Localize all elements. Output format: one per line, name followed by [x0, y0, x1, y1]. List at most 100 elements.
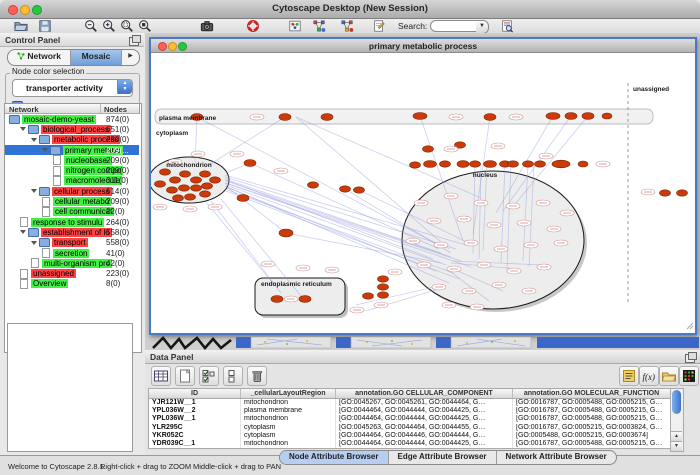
tab-node-attribute-browser[interactable]: Node Attribute Browser: [280, 451, 389, 464]
network-node[interactable]: [237, 195, 249, 202]
expand-arrow-icon[interactable]: [31, 138, 37, 142]
network-node[interactable]: [582, 113, 594, 120]
minimized-window-preview[interactable]: [153, 338, 231, 348]
unselect-attributes-button[interactable]: [223, 366, 243, 386]
network-node[interactable]: [470, 161, 481, 167]
tree-row[interactable]: macromolecule311(0): [5, 176, 139, 186]
minimized-window[interactable]: [236, 337, 331, 348]
minimized-window-titlebar[interactable]: [537, 337, 699, 348]
tree-row[interactable]: Overview8(0): [5, 279, 139, 289]
network-node[interactable]: [410, 162, 421, 168]
tree-row[interactable]: mosaic-demo-yeast874(0): [5, 114, 139, 124]
attribute-notes-button[interactable]: [619, 366, 639, 386]
zoom-in-button[interactable]: [102, 19, 116, 33]
tree-row[interactable]: multi-organism pro42(0): [5, 258, 139, 268]
network-node[interactable]: [279, 114, 291, 121]
birds-eye-view[interactable]: [7, 323, 133, 452]
network-node[interactable]: [210, 177, 221, 183]
expand-arrow-icon[interactable]: [20, 127, 26, 131]
network-node[interactable]: [279, 229, 293, 237]
network-canvas[interactable]: plasma membranecytoplasmmitochondrionnuc…: [151, 53, 695, 332]
tab-edge-attribute-browser[interactable]: Edge Attribute Browser: [389, 451, 497, 464]
column-header[interactable]: _cellularLayoutRegion: [241, 389, 336, 398]
dropdown-stepper-icon[interactable]: ▲▼: [117, 80, 132, 94]
tab-network[interactable]: Network: [8, 50, 71, 65]
network-node[interactable]: [602, 113, 612, 119]
select-attributes-button[interactable]: [199, 366, 219, 386]
tree-row[interactable]: nitrogen compo209(0): [5, 165, 139, 175]
tree-row[interactable]: cellular metabo209(0): [5, 196, 139, 206]
tree-row[interactable]: metabolic process280(0): [5, 135, 139, 145]
network-node[interactable]: [508, 161, 519, 167]
tree-row[interactable]: transport558(0): [5, 238, 139, 248]
network-node[interactable]: [565, 113, 577, 120]
node-color-dropdown[interactable]: transporter activity ▲▼: [12, 79, 133, 97]
table-row[interactable]: YLR295Ccytoplasm[GO:0045263, GO:0044464,…: [149, 424, 671, 432]
minimized-windows-strip[interactable]: [147, 336, 700, 350]
network-node[interactable]: [340, 186, 351, 192]
function-builder-button[interactable]: f(x): [639, 366, 659, 386]
import-attributes-button[interactable]: [659, 366, 679, 386]
network-node[interactable]: [424, 161, 437, 168]
tab-overflow-button[interactable]: ▶: [122, 50, 139, 65]
network-node[interactable]: [378, 276, 389, 282]
network-node[interactable]: [191, 177, 202, 183]
minimized-window[interactable]: [336, 337, 431, 348]
network-node[interactable]: [155, 181, 166, 187]
network-node[interactable]: [378, 292, 389, 298]
float-data-panel-icon[interactable]: [685, 354, 695, 363]
minimized-window[interactable]: [436, 337, 531, 348]
expand-arrow-icon[interactable]: [20, 230, 26, 234]
help-button[interactable]: [246, 19, 260, 33]
tree-row[interactable]: biological_process651(0): [5, 124, 139, 134]
network-node[interactable]: [200, 171, 211, 177]
table-row[interactable]: YKR052Ccytoplasm[GO:0044464, GO:0044446,…: [149, 432, 671, 440]
network-node[interactable]: [170, 177, 181, 183]
create-attribute-button[interactable]: [175, 366, 195, 386]
attribute-matrix-button[interactable]: [679, 366, 699, 386]
network-node[interactable]: [363, 293, 374, 299]
tree-row[interactable]: response to stimulu264(0): [5, 217, 139, 227]
network-node[interactable]: [244, 160, 256, 167]
advanced-search-button[interactable]: [500, 19, 514, 33]
tree-row[interactable]: cellular process614(0): [5, 186, 139, 196]
network-node[interactable]: [191, 185, 202, 191]
network-node[interactable]: [484, 161, 497, 168]
column-header[interactable]: annotation.GO MOLECULAR_FUNCTION: [513, 389, 671, 398]
scroll-up-icon[interactable]: ▲: [671, 431, 682, 441]
save-session-button[interactable]: [38, 19, 52, 33]
tab-mosaic[interactable]: Mosaic: [71, 50, 122, 65]
network-node[interactable]: [354, 187, 365, 193]
take-snapshot-button[interactable]: [200, 19, 214, 33]
network-node[interactable]: [535, 161, 546, 167]
scrollbar-thumb[interactable]: [672, 390, 681, 414]
network-node[interactable]: [299, 296, 311, 303]
network-node[interactable]: [180, 171, 191, 177]
network-node[interactable]: [552, 160, 570, 168]
network-node[interactable]: [423, 146, 434, 152]
tree-row[interactable]: unassigned223(0): [5, 268, 139, 278]
tab-network-attribute-browser[interactable]: Network Attribute Browser: [497, 451, 616, 464]
network-node[interactable]: [167, 187, 178, 193]
search-dropdown-icon[interactable]: ▼: [476, 20, 489, 34]
network-node[interactable]: [413, 113, 427, 120]
table-row[interactable]: YJR121W__1mitochondrion[GO:0045267, GO:0…: [149, 399, 671, 407]
network-node[interactable]: [200, 191, 211, 197]
network-node[interactable]: [660, 190, 671, 196]
network-node[interactable]: [484, 114, 496, 121]
expand-arrow-icon[interactable]: [31, 241, 37, 245]
tree-row[interactable]: nucleobase-209(0): [5, 155, 139, 165]
network-node[interactable]: [321, 114, 333, 121]
tree-row[interactable]: secretion41(0): [5, 248, 139, 258]
network-node[interactable]: [523, 161, 534, 167]
delete-attribute-button[interactable]: [247, 366, 267, 386]
network-view-window[interactable]: primary metabolic process plasma membran…: [149, 37, 697, 335]
network-node[interactable]: [457, 161, 469, 168]
network-node[interactable]: [578, 161, 588, 167]
network-node[interactable]: [160, 169, 171, 175]
tree-row[interactable]: establishment of lo558(0): [5, 227, 139, 237]
network-node[interactable]: [179, 185, 190, 191]
network-node[interactable]: [308, 182, 319, 188]
network-node[interactable]: [677, 190, 688, 196]
annotations-button[interactable]: [372, 19, 386, 33]
